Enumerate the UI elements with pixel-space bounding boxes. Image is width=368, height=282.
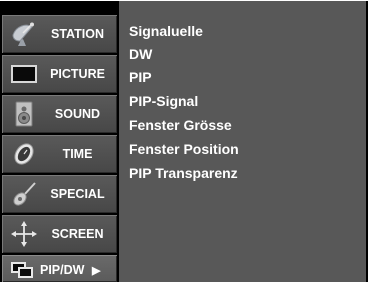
satellite-dish-icon <box>12 22 34 46</box>
menu-tab-picture[interactable]: PICTURE <box>2 55 117 93</box>
menu-tab-station[interactable]: STATION <box>2 15 117 53</box>
pip-dw-submenu: Signaluelle DW PIP PIP-Signal Fenster Gr… <box>119 1 366 282</box>
menu-tab-pip-dw[interactable]: PIP/DW ▶ <box>2 255 117 282</box>
menu-tab-screen[interactable]: SCREEN <box>2 215 117 253</box>
main-menu-sidebar: STATION PICTURE SOUND TIME SPECIAL SCREE… <box>0 1 119 282</box>
menu-tab-screen-label: SCREEN <box>51 227 104 241</box>
speaker-icon <box>15 101 33 127</box>
submenu-item-pip[interactable]: PIP <box>129 67 152 87</box>
menu-tab-station-label: STATION <box>50 27 104 41</box>
submenu-item-pip-signal[interactable]: PIP-Signal <box>129 91 198 111</box>
submenu-item-fenster-position[interactable]: Fenster Position <box>129 139 239 159</box>
submenu-item-dw[interactable]: DW <box>129 44 152 64</box>
tv-osd-menu: STATION PICTURE SOUND TIME SPECIAL SCREE… <box>0 1 368 282</box>
menu-tab-special-label: SPECIAL <box>50 187 105 201</box>
submenu-arrow-icon: ▶ <box>91 265 101 277</box>
submenu-item-signalquelle[interactable]: Signaluelle <box>129 21 203 41</box>
clock-icon <box>14 143 34 165</box>
menu-tab-picture-label: PICTURE <box>50 67 105 81</box>
move-arrows-icon <box>11 221 37 247</box>
pip-windows-icon <box>11 262 33 278</box>
menu-tab-time[interactable]: TIME <box>2 135 117 173</box>
menu-tab-special[interactable]: SPECIAL <box>2 175 117 213</box>
submenu-item-pip-transparenz[interactable]: PIP Transparenz <box>129 163 238 183</box>
tv-screen-icon <box>11 65 37 83</box>
submenu-item-fenster-groesse[interactable]: Fenster Grösse <box>129 115 232 135</box>
menu-tab-pip-dw-label-wrap: PIP/DW ▶ <box>40 262 113 278</box>
menu-tab-time-label: TIME <box>62 147 93 161</box>
guitar-icon <box>13 182 36 206</box>
menu-tab-sound[interactable]: SOUND <box>2 95 117 133</box>
menu-tab-pip-dw-label: PIP/DW <box>40 263 85 277</box>
menu-tab-sound-label: SOUND <box>54 107 101 121</box>
